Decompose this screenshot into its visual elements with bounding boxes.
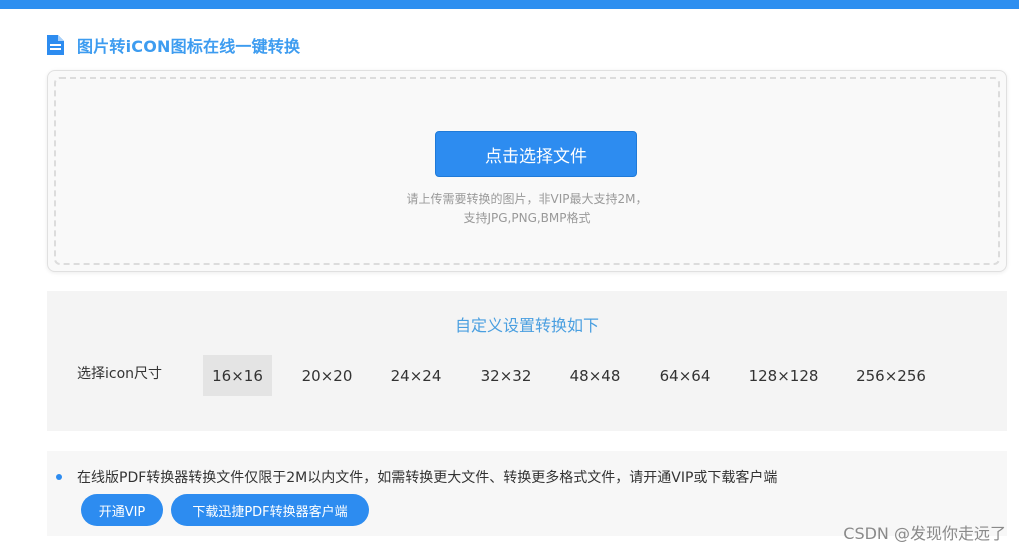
size-option-48[interactable]: 48×48 [560, 355, 630, 396]
download-client-button[interactable]: 下载迅捷PDF转换器客户端 [171, 494, 369, 526]
upload-hint-line2: 支持JPG,PNG,BMP格式 [463, 211, 591, 225]
size-option-128[interactable]: 128×128 [740, 355, 827, 396]
page-header: 图片转iCON图标在线一键转换 [47, 34, 300, 56]
size-option-64[interactable]: 64×64 [650, 355, 720, 396]
document-icon [47, 35, 64, 55]
page-title: 图片转iCON图标在线一键转换 [77, 37, 301, 56]
icon-size-label: 选择icon尺寸 [77, 366, 163, 382]
bullet-dot [56, 474, 62, 480]
top-accent-bar [0, 0, 1019, 9]
size-option-24[interactable]: 24×24 [381, 355, 451, 396]
notice-text: 在线版PDF转换器转换文件仅限于2M以内文件，如需转换更大文件、转换更多格式文件… [77, 470, 778, 486]
upload-dropzone[interactable]: 点击选择文件 请上传需要转换的图片，非VIP最大支持2M， 支持JPG,PNG,… [54, 77, 1000, 265]
watermark: CSDN @发现你走远了 [843, 524, 1006, 543]
upload-area[interactable]: 点击选择文件 请上传需要转换的图片，非VIP最大支持2M， 支持JPG,PNG,… [47, 70, 1007, 272]
upload-hint: 请上传需要转换的图片，非VIP最大支持2M， 支持JPG,PNG,BMP格式 [56, 190, 998, 228]
size-option-256[interactable]: 256×256 [847, 355, 935, 396]
size-option-32[interactable]: 32×32 [471, 355, 541, 396]
open-vip-button[interactable]: 开通VIP [81, 494, 163, 526]
upload-hint-line1: 请上传需要转换的图片，非VIP最大支持2M， [406, 192, 648, 206]
select-file-button[interactable]: 点击选择文件 [435, 131, 637, 177]
settings-title: 自定义设置转换如下 [454, 316, 599, 335]
settings-panel: 自定义设置转换如下 选择icon尺寸 16×16 20×20 24×24 32×… [47, 291, 1007, 431]
size-option-20[interactable]: 20×20 [292, 355, 362, 396]
size-option-16[interactable]: 16×16 [203, 355, 272, 396]
